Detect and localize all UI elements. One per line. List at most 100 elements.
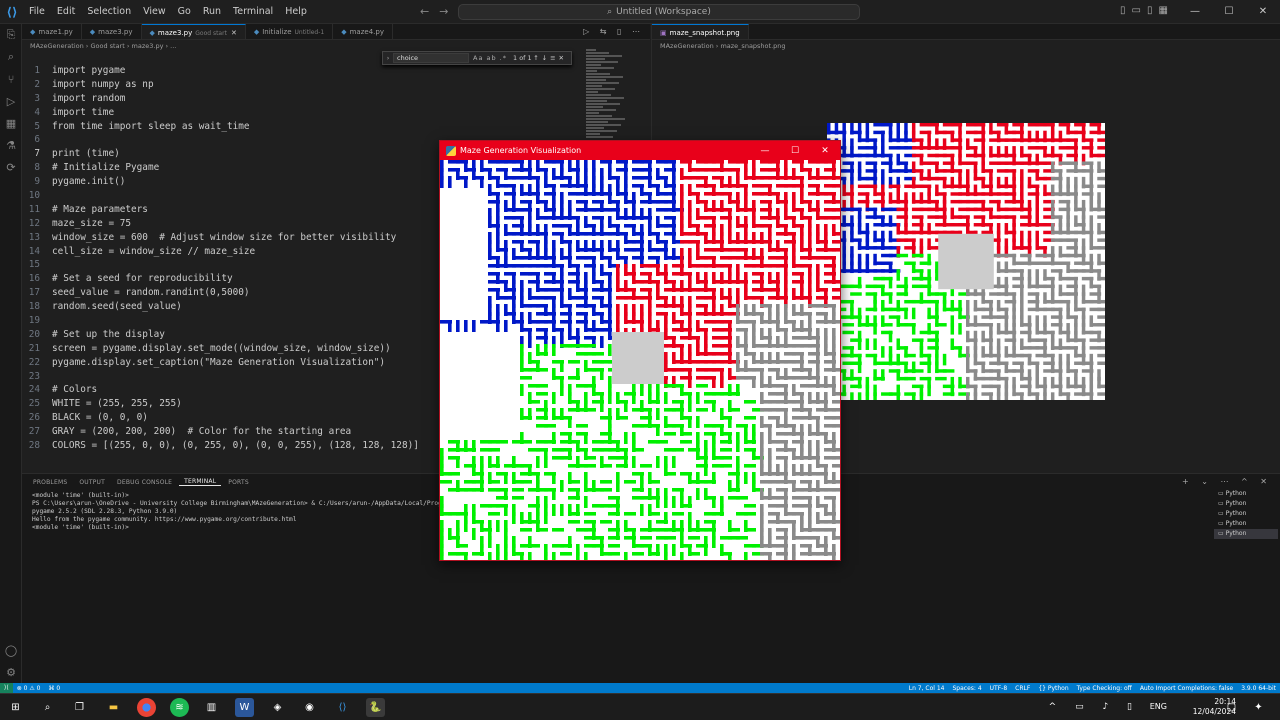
status-right-item[interactable]: CRLF	[1011, 685, 1034, 692]
maze-cell	[1097, 184, 1109, 189]
terminal-instance[interactable]: ▭ Python	[1214, 489, 1278, 499]
menu-view[interactable]: View	[138, 6, 171, 17]
maze-cell	[857, 361, 862, 374]
maximize-icon[interactable]: ☐	[780, 146, 810, 156]
search-icon[interactable]: ⌕	[0, 46, 22, 68]
status-right-item[interactable]: Spaces: 4	[949, 685, 986, 692]
minimap-line	[586, 88, 615, 90]
minimize-icon[interactable]: —	[750, 146, 780, 156]
panel-tab-terminal[interactable]: TERMINAL	[179, 478, 222, 486]
command-center-search[interactable]: ⌕ Untitled (Workspace)	[458, 4, 860, 20]
menu-file[interactable]: File	[24, 6, 50, 17]
nav-arrows[interactable]: ←→	[420, 5, 458, 18]
terminal-instance[interactable]: ▭ Python	[1214, 519, 1278, 529]
maze-cell	[504, 320, 508, 332]
minimize-icon[interactable]: —	[1178, 0, 1212, 24]
panel-tab-ports[interactable]: PORTS	[223, 479, 254, 486]
status-right-item[interactable]: Type Checking: off	[1073, 685, 1136, 692]
layout-controls-icon[interactable]: ▯▭▯▦	[1120, 5, 1174, 16]
account-icon[interactable]: ◯	[0, 639, 22, 661]
find-input[interactable]: choice	[393, 53, 469, 63]
maze-cell	[552, 392, 556, 404]
menu-help[interactable]: Help	[280, 6, 312, 17]
menu-terminal[interactable]: Terminal	[228, 6, 278, 17]
status-right-item[interactable]: {} Python	[1034, 685, 1072, 692]
search-icon[interactable]: ⌕	[38, 698, 57, 717]
windows-start-icon[interactable]: ⊞	[6, 698, 25, 717]
chrome-icon[interactable]	[137, 698, 156, 717]
status-right-item[interactable]: Ln 7, Col 14	[905, 685, 949, 692]
maze-cell	[496, 320, 500, 332]
terminal-instance[interactable]: ▭ Python	[1214, 529, 1278, 539]
pygame-window[interactable]: Maze Generation Visualization — ☐ ✕	[439, 140, 844, 564]
language-indicator[interactable]: ENG	[1150, 702, 1167, 711]
terminal-instance[interactable]: ▭ Python	[1214, 499, 1278, 509]
remote-icon[interactable]: ⟩⟨	[0, 683, 13, 693]
status-right-item[interactable]: 3.9.0 64-bit	[1237, 685, 1280, 692]
system-tray-icons[interactable]: ^ ▭ ♪ ▯	[1049, 702, 1140, 712]
maze-cell	[873, 323, 877, 335]
close-icon[interactable]: ✕	[810, 146, 840, 156]
menu-run[interactable]: Run	[198, 6, 226, 17]
breadcrumb-right[interactable]: MAzeGeneration › maze_snapshot.png	[652, 40, 1280, 52]
extensions-icon[interactable]: ▦	[0, 112, 22, 134]
maze-cell	[832, 248, 844, 252]
code-line[interactable]: 5 from time import sleep as wait_time	[22, 120, 582, 134]
spotify-icon[interactable]: ≋	[170, 698, 189, 717]
app-icon[interactable]: ▥	[202, 698, 221, 717]
status-left-item[interactable]: ⊗ 0 ⚠ 0	[13, 685, 45, 692]
maze-cell	[672, 512, 684, 516]
editor-tab[interactable]: ◆ Initialize Untitled-1	[246, 24, 334, 39]
code-line[interactable]: 4 import time	[22, 106, 582, 120]
terminal-instance[interactable]: ▭ Python	[1214, 509, 1278, 519]
code-line[interactable]: 2 import numpy as np	[22, 78, 582, 92]
code-text: WHITE = (255, 255, 255)	[52, 398, 182, 410]
close-icon[interactable]: ✕	[231, 29, 237, 37]
maze-cell	[728, 392, 740, 396]
editor-tab[interactable]: ◆ maze3.py	[82, 24, 142, 39]
status-left-item[interactable]: ⌘ 0	[44, 685, 64, 692]
editor-actions[interactable]: ▷ ⇆ ▯ ⋯	[583, 24, 650, 39]
obs-icon[interactable]: ◉	[300, 698, 319, 717]
remote-icon[interactable]: ⟳	[0, 156, 22, 178]
panel-tab-problems[interactable]: PROBLEMS	[28, 479, 72, 486]
python-taskbar-icon[interactable]: 🐍	[366, 698, 385, 717]
panel-tab-debug-console[interactable]: DEBUG CONSOLE	[112, 479, 177, 486]
editor-tab[interactable]: ◆ maze1.py	[22, 24, 82, 39]
vscode-taskbar-icon[interactable]: ⟨⟩	[333, 698, 352, 717]
code-line[interactable]: 1 import pygame	[22, 64, 582, 78]
status-right-item[interactable]: Auto Import Completions: false	[1136, 685, 1237, 692]
pygame-titlebar[interactable]: Maze Generation Visualization — ☐ ✕	[440, 141, 840, 160]
terminal-output[interactable]: <module 'time' (built-in)> PS C:\Users\ar…	[32, 492, 490, 532]
panel-actions-icon[interactable]: + ⌄ ⋯ ^ ✕	[1182, 477, 1272, 486]
maze-cell	[608, 536, 620, 540]
chevron-right-icon[interactable]: ›	[383, 54, 393, 62]
testing-icon[interactable]: ⚗	[0, 134, 22, 156]
editor-tab[interactable]: ◆ maze3.py Good start ✕	[141, 24, 246, 39]
maximize-icon[interactable]: ☐	[1212, 0, 1246, 24]
find-options-icon[interactable]: Aa ab .*	[473, 54, 507, 62]
gear-icon[interactable]: ⚙	[0, 661, 22, 683]
editor-tab[interactable]: ◆ maze4.py	[333, 24, 393, 39]
find-nav-buttons[interactable]: ↑↓≡✕	[533, 54, 571, 62]
close-icon[interactable]: ✕	[1246, 0, 1280, 24]
maze-cell	[873, 376, 885, 381]
menu-selection[interactable]: Selection	[82, 6, 136, 17]
code-line[interactable]: 3 import random	[22, 92, 582, 106]
menu-go[interactable]: Go	[173, 6, 196, 17]
task-view-icon[interactable]: ❐	[70, 698, 89, 717]
editor-tab[interactable]: ▣ maze_snapshot.png	[652, 24, 749, 39]
app-icon-2[interactable]: ◈	[268, 698, 287, 717]
notification-icon[interactable]: ▢	[1222, 698, 1241, 717]
maze-cell	[704, 544, 708, 556]
maze-cell	[696, 392, 700, 404]
panel-tab-output[interactable]: OUTPUT	[74, 479, 110, 486]
explorer-icon[interactable]: ⎘	[0, 24, 22, 46]
source-control-icon[interactable]: ⑂	[0, 68, 22, 90]
status-right-item[interactable]: UTF-8	[986, 685, 1012, 692]
run-debug-icon[interactable]: ▷	[0, 90, 22, 112]
menu-edit[interactable]: Edit	[52, 6, 80, 17]
copilot-icon[interactable]: ✦	[1249, 698, 1268, 717]
word-icon[interactable]: W	[235, 698, 254, 717]
file-explorer-icon[interactable]: ▬	[104, 698, 123, 717]
